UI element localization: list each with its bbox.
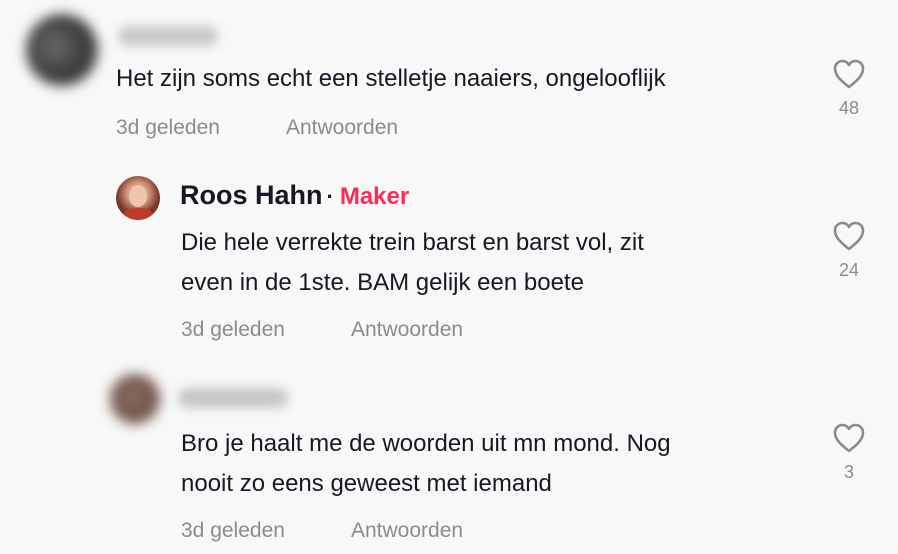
avatar[interactable]	[116, 176, 160, 220]
comment-text: Het zijn soms echt een stelletje naaiers…	[116, 65, 666, 92]
avatar[interactable]	[26, 14, 98, 86]
heart-outline-icon	[833, 423, 865, 453]
creator-badge: Maker	[339, 183, 410, 210]
comment-timestamp: 3d geleden	[181, 318, 285, 341]
comment-author-row: Roos Hahn · Maker	[180, 180, 409, 211]
like-button[interactable]: 48	[829, 58, 869, 119]
like-count: 48	[838, 98, 860, 118]
comment-text-line: even in de 1ste. BAM gelijk een boete	[181, 269, 584, 296]
author-name[interactable]: Roos Hahn	[180, 180, 323, 210]
like-count: 3	[843, 462, 854, 482]
comment-timestamp: 3d geleden	[181, 519, 285, 542]
username-blurred[interactable]	[118, 26, 218, 46]
reply-button[interactable]: Antwoorden	[286, 116, 398, 140]
reply-button[interactable]: Antwoorden	[351, 318, 463, 342]
heart-outline-icon	[833, 221, 865, 251]
username-blurred[interactable]	[178, 388, 288, 408]
avatar[interactable]	[110, 374, 160, 424]
comment-text-line: Die hele verrekte trein barst en barst v…	[181, 229, 644, 256]
comment-text-line: nooit zo eens geweest met iemand	[181, 470, 552, 497]
comment-timestamp: 3d geleden	[116, 116, 220, 139]
comment-text-line: Bro je haalt me de woorden uit mn mond. …	[181, 430, 671, 457]
like-button[interactable]: 3	[829, 422, 869, 483]
separator-dot: ·	[326, 184, 334, 209]
heart-outline-icon	[833, 59, 865, 89]
reply-button[interactable]: Antwoorden	[351, 519, 463, 543]
like-count: 24	[838, 260, 860, 280]
like-button[interactable]: 24	[829, 220, 869, 281]
